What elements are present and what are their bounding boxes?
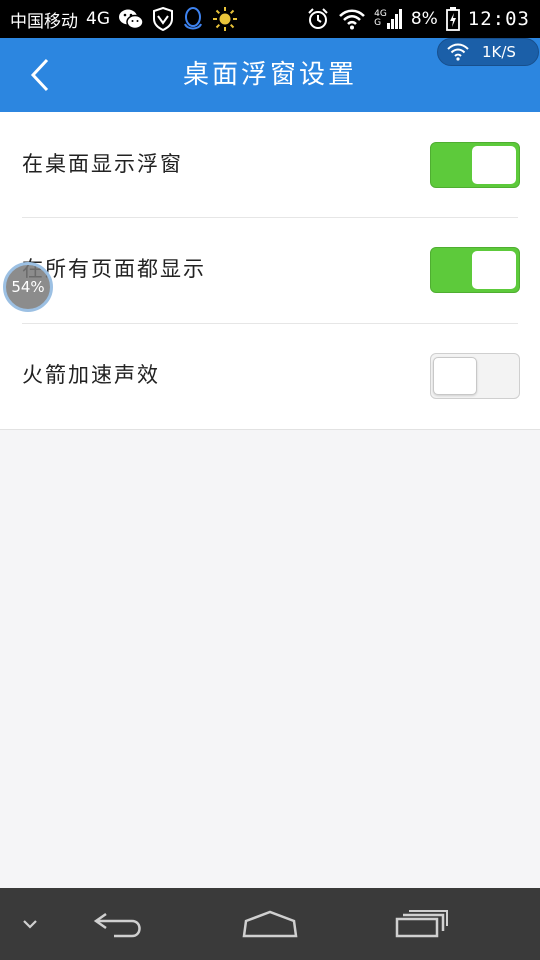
floating-memory-ball[interactable]: 54% bbox=[3, 262, 53, 312]
status-right: 4G G 8% 12:03 bbox=[306, 0, 530, 38]
recents-icon bbox=[395, 910, 448, 938]
signal-label-bottom: G bbox=[374, 18, 382, 28]
toggle-knob bbox=[472, 146, 516, 184]
setting-label: 在所有页面都显示 bbox=[22, 257, 206, 281]
clock: 12:03 bbox=[467, 8, 530, 30]
setting-label: 火箭加速声效 bbox=[22, 363, 160, 387]
status-bar: 中国移动 4G 4G G 8% 12:03 bbox=[0, 0, 540, 38]
carrier-name: 中国移动 bbox=[10, 11, 78, 32]
settings-list: 在桌面显示浮窗 在所有页面都显示 火箭加速声效 bbox=[0, 112, 540, 430]
alarm-icon bbox=[306, 7, 330, 31]
sun-icon bbox=[212, 6, 238, 32]
wechat-icon bbox=[118, 8, 144, 30]
battery-percent: 8% bbox=[410, 9, 438, 29]
rocket-sound-toggle[interactable] bbox=[430, 353, 520, 399]
status-left: 中国移动 4G bbox=[10, 0, 238, 38]
back-icon bbox=[93, 912, 141, 938]
recents-nav-button[interactable] bbox=[382, 888, 462, 960]
signal-icon: 4G G bbox=[374, 9, 403, 29]
wifi-icon bbox=[447, 43, 469, 61]
setting-row-show-on-all-pages: 在所有页面都显示 bbox=[0, 217, 540, 322]
chevron-down-icon bbox=[23, 920, 37, 929]
shield-icon bbox=[152, 7, 174, 31]
hide-nav-button[interactable] bbox=[10, 888, 50, 960]
setting-label: 在桌面显示浮窗 bbox=[22, 152, 183, 176]
network-speed-indicator[interactable]: 1K/S bbox=[437, 38, 539, 66]
wifi-icon bbox=[338, 8, 366, 30]
home-nav-button[interactable] bbox=[228, 888, 312, 960]
network-type: 4G bbox=[86, 9, 110, 29]
memory-percent: 54% bbox=[11, 278, 45, 296]
network-speed-text: 1K/S bbox=[482, 43, 516, 61]
qq-icon bbox=[182, 6, 204, 32]
toggle-knob bbox=[472, 251, 516, 289]
setting-row-show-on-desktop: 在桌面显示浮窗 bbox=[0, 112, 540, 217]
setting-row-rocket-sound: 火箭加速声效 bbox=[0, 323, 540, 428]
show-on-all-pages-toggle[interactable] bbox=[430, 247, 520, 293]
back-nav-button[interactable] bbox=[80, 888, 160, 960]
toggle-knob bbox=[433, 357, 477, 395]
battery-charging-icon bbox=[445, 7, 460, 31]
home-icon bbox=[242, 910, 298, 938]
show-on-desktop-toggle[interactable] bbox=[430, 142, 520, 188]
navigation-bar bbox=[0, 888, 540, 960]
